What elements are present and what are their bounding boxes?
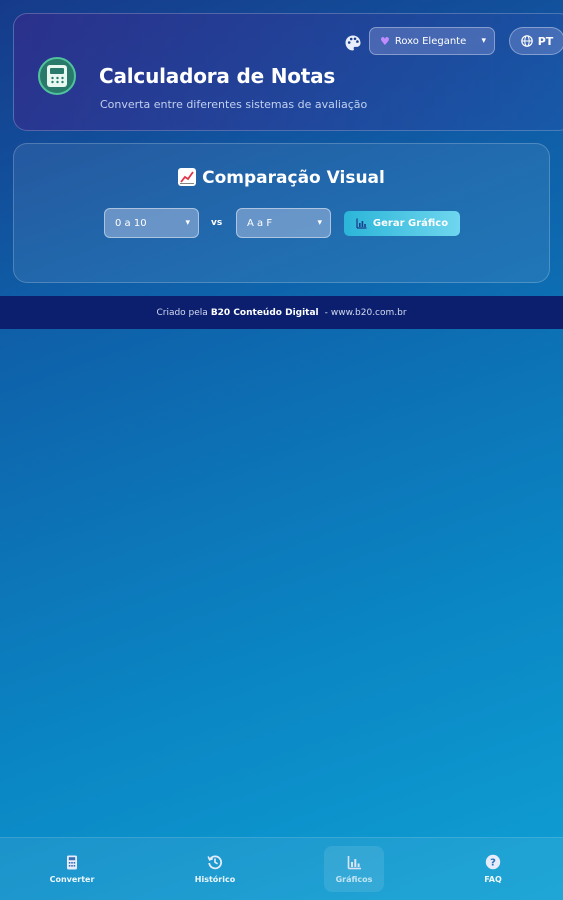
palette-icon[interactable] xyxy=(344,34,362,52)
nav-item-history[interactable]: Histórico xyxy=(185,846,245,892)
comparison-card: Comparação Visual 0 a 10 ▾ vs A a F ▾ Ge… xyxy=(13,143,550,283)
theme-select-value: Roxo Elegante xyxy=(394,35,467,47)
credits-prefix: Criado pela xyxy=(156,307,208,318)
nav-item-label: Converter xyxy=(49,874,95,884)
nav-item-label: Histórico xyxy=(194,875,236,884)
nav-item-charts[interactable]: Gráficos xyxy=(324,846,384,892)
theme-select[interactable]: ♥ Roxo Elegante ▾ xyxy=(369,27,495,55)
app-title: Calculadora de Notas xyxy=(99,64,336,88)
to-scale-value: A a F xyxy=(247,217,273,229)
help-circle-icon: ? xyxy=(485,854,501,870)
nav-item-faq[interactable]: ? FAQ xyxy=(463,846,523,892)
globe-icon xyxy=(520,35,533,47)
language-label: PT xyxy=(537,34,554,48)
bottom-nav: Converter Histórico Gráficos ? FAQ xyxy=(0,837,563,900)
credits-separator: - xyxy=(324,307,328,318)
header-card: Calculadora de Notas Converta entre dife… xyxy=(13,13,563,131)
from-scale-value: 0 a 10 xyxy=(115,217,147,229)
nav-item-converter[interactable]: Converter xyxy=(42,846,102,892)
heart-icon: ♥ xyxy=(380,34,390,48)
nav-item-label: Gráficos xyxy=(335,874,373,884)
comparison-title: Comparação Visual xyxy=(14,168,549,188)
chevron-down-icon: ▾ xyxy=(185,218,190,228)
app-subtitle: Converta entre diferentes sistemas de av… xyxy=(100,98,368,111)
credits-site-link[interactable]: www.b20.com.br xyxy=(331,308,407,318)
bar-chart-icon xyxy=(347,855,361,869)
chevron-down-icon: ▾ xyxy=(481,36,486,46)
nav-item-label: FAQ xyxy=(484,875,502,884)
vs-label: vs xyxy=(211,218,223,228)
generate-chart-label: Gerar Gráfico xyxy=(372,218,449,229)
calculator-logo xyxy=(38,57,76,95)
generate-chart-button[interactable]: Gerar Gráfico xyxy=(344,211,460,236)
credits-brand[interactable]: B20 Conteúdo Digital xyxy=(211,308,319,318)
history-icon xyxy=(207,855,223,870)
calculator-icon xyxy=(67,855,77,869)
from-scale-select[interactable]: 0 a 10 ▾ xyxy=(104,208,199,238)
calculator-logo-icon xyxy=(47,65,67,87)
credits-footer: Criado pela B20 Conteúdo Digital - www.b… xyxy=(0,296,563,329)
bar-chart-icon xyxy=(356,218,367,229)
comparison-title-text: Comparação Visual xyxy=(202,168,385,188)
chevron-down-icon: ▾ xyxy=(317,218,322,228)
chart-emoji-icon xyxy=(178,168,197,186)
to-scale-select[interactable]: A a F ▾ xyxy=(236,208,331,238)
svg-text:?: ? xyxy=(490,858,496,869)
language-button[interactable]: PT xyxy=(509,27,563,55)
